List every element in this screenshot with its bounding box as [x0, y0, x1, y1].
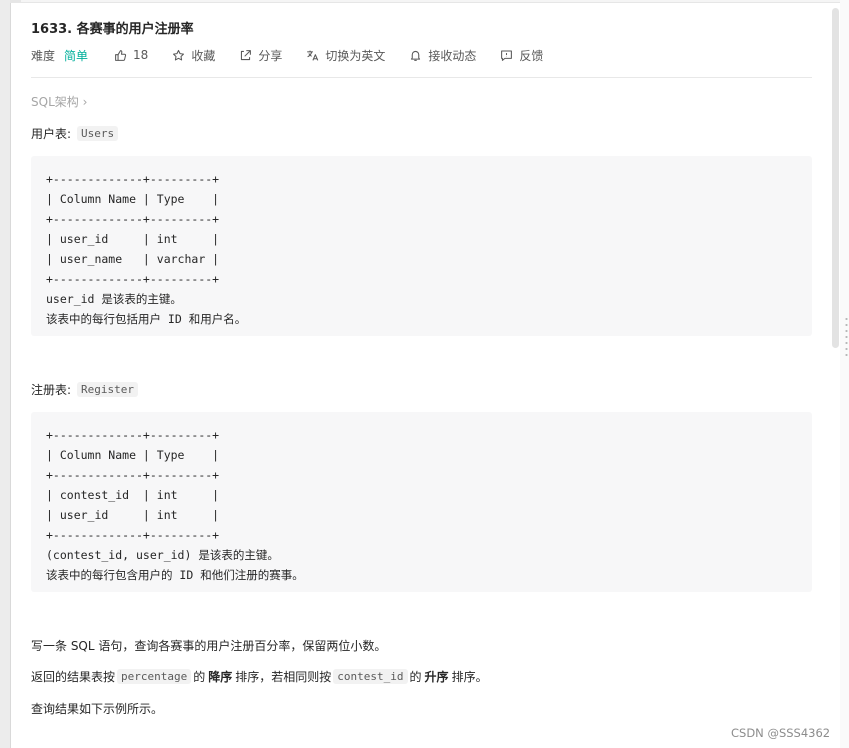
thumbs-up-icon	[115, 49, 127, 61]
register-schema-line: | contest_id | int |	[46, 488, 220, 502]
users-table-heading: 用户表: Users	[31, 125, 120, 142]
topic-tag-sql[interactable]: SQL架构 ›	[31, 93, 87, 110]
users-schema-line: +-------------+---------+	[46, 272, 220, 286]
register-schema-line: +-------------+---------+	[46, 528, 220, 542]
users-schema-line: | Column Name | Type |	[46, 192, 220, 206]
translate-button[interactable]: 切换为英文	[306, 47, 385, 64]
desc-bold-descending: 降序	[208, 670, 233, 684]
users-schema-block: +-------------+---------+ | Column Name …	[31, 156, 812, 336]
star-icon	[173, 49, 185, 60]
like-count: 18	[133, 48, 149, 62]
left-frame	[0, 0, 10, 748]
description-paragraph-2: 返回的结果表按 percentage 的 降序 排序，若相同则按 contest…	[31, 668, 488, 685]
scrollbar-track[interactable]	[840, 0, 849, 748]
share-button[interactable]: 分享	[239, 47, 282, 64]
difficulty-badge: 简单	[64, 48, 89, 63]
notify-label: 接收动态	[428, 48, 477, 63]
desc-text: 的	[409, 670, 422, 684]
register-schema-line: | user_id | int |	[46, 508, 220, 522]
users-schema-line: 该表中的每行包括用户 ID 和用户名。	[46, 312, 247, 326]
register-table-heading: 注册表: Register	[31, 381, 140, 398]
description-paragraph-3: 查询结果如下示例所示。	[31, 702, 164, 716]
users-table-name: Users	[77, 126, 119, 141]
users-schema-line: user_id 是该表的主键。	[46, 292, 182, 306]
desc-text: 返回的结果表按	[31, 670, 116, 684]
register-schema-line: | Column Name | Type |	[46, 448, 220, 462]
resize-handle[interactable]	[845, 316, 848, 360]
register-schema-line: 该表中的每行包含用户的 ID 和他们注册的赛事。	[46, 568, 304, 582]
description-paragraph-1: 写一条 SQL 语句，查询各赛事的用户注册百分率，保留两位小数。	[31, 639, 387, 653]
desc-text: 的	[193, 670, 206, 684]
problem-title: 1633. 各赛事的用户注册率	[31, 22, 194, 37]
percentage-code: percentage	[117, 669, 192, 684]
users-schema-line: +-------------+---------+	[46, 212, 220, 226]
desc-text: 排序，若相同则按	[235, 670, 332, 684]
users-schema-line: | user_name | varchar |	[46, 252, 220, 266]
desc-bold-ascending: 升序	[424, 670, 449, 684]
translate-icon	[307, 50, 319, 61]
favorite-label: 收藏	[191, 48, 216, 63]
feedback-label: 反馈	[519, 48, 544, 63]
share-icon	[241, 49, 252, 60]
translate-label: 切换为英文	[325, 48, 386, 63]
desc-text: 排序。	[451, 670, 488, 684]
register-schema-line: +-------------+---------+	[46, 428, 220, 442]
header-divider	[31, 77, 812, 78]
problem-meta-bar: 难度 简单 18 收藏 分享 切换为英文 接收动态 反馈	[31, 46, 567, 64]
notify-button[interactable]: 接收动态	[409, 47, 476, 64]
top-strip	[10, 0, 849, 3]
feedback-button[interactable]: 反馈	[500, 47, 543, 64]
share-label: 分享	[258, 48, 283, 63]
contest-id-code: contest_id	[333, 669, 408, 684]
users-schema-line: +-------------+---------+	[46, 172, 220, 186]
csdn-watermark: CSDN @SSS4362	[731, 726, 831, 740]
register-table-name: Register	[77, 382, 139, 397]
feedback-icon	[501, 50, 513, 61]
users-table-label: 用户表:	[31, 127, 72, 141]
bell-icon	[411, 50, 421, 61]
users-schema-line: | user_id | int |	[46, 232, 220, 246]
scrollbar-thumb[interactable]	[832, 8, 839, 348]
left-frame-edge	[10, 0, 11, 748]
register-schema-block: +-------------+---------+ | Column Name …	[31, 412, 812, 592]
like-button[interactable]: 18	[114, 48, 148, 62]
difficulty-label: 难度	[31, 48, 56, 63]
register-schema-line: +-------------+---------+	[46, 468, 220, 482]
favorite-button[interactable]: 收藏	[172, 47, 215, 64]
register-schema-line: (contest_id, user_id) 是该表的主键。	[46, 548, 279, 562]
register-table-label: 注册表:	[31, 383, 72, 397]
